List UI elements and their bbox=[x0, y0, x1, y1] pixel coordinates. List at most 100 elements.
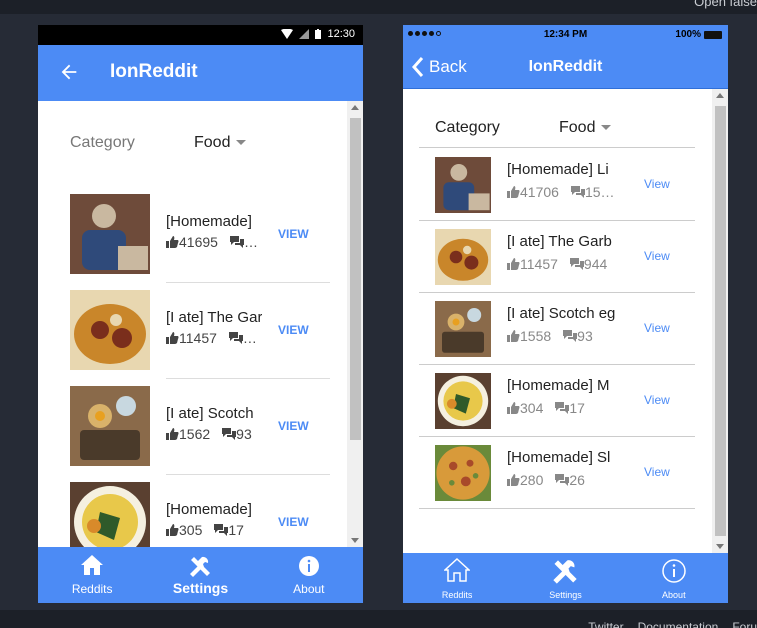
scrollbar-thumb[interactable] bbox=[715, 106, 726, 536]
post-thumbnail bbox=[435, 301, 491, 357]
ios-header: Back IonReddit bbox=[403, 45, 728, 89]
view-button[interactable]: View bbox=[644, 177, 670, 191]
upvote-count: 280 bbox=[520, 472, 544, 488]
list-item[interactable]: [I ate] The Garb 11457 944 View bbox=[419, 221, 695, 293]
divider bbox=[166, 474, 330, 475]
scrollbar-thumb[interactable] bbox=[350, 118, 361, 440]
view-button[interactable]: View bbox=[644, 465, 670, 479]
post-thumbnail bbox=[70, 482, 150, 547]
android-category-select[interactable]: Category Food bbox=[70, 131, 330, 155]
tab-label: Settings bbox=[172, 580, 229, 596]
list-item[interactable]: [Homemade] Li 41706 15… View bbox=[419, 149, 695, 221]
tab-settings[interactable]: Settings bbox=[511, 553, 619, 603]
view-button[interactable]: VIEW bbox=[278, 323, 309, 337]
top-bar-text: Open false bbox=[694, 0, 757, 9]
comments-icon bbox=[228, 332, 243, 344]
post-thumbnail bbox=[70, 290, 150, 370]
tab-label: Settings bbox=[549, 590, 582, 600]
info-icon bbox=[662, 559, 686, 583]
comment-count: 17 bbox=[228, 522, 244, 538]
android-tab-bar: Reddits Settings About bbox=[38, 547, 363, 603]
comments-icon bbox=[570, 186, 585, 198]
tab-settings[interactable]: Settings bbox=[146, 547, 254, 603]
post-title: [Homemade] bbox=[166, 213, 252, 230]
scroll-up-icon[interactable] bbox=[351, 105, 359, 110]
post-title: [Homemade] M bbox=[507, 377, 610, 394]
post-title: [Homemade] bbox=[166, 501, 252, 518]
list-item[interactable]: [I ate] The Gar 11457 … VIEW bbox=[70, 290, 330, 370]
post-thumbnail bbox=[435, 445, 491, 501]
upvote-count: 11457 bbox=[179, 330, 217, 346]
post-stats: 11457 944 bbox=[507, 256, 622, 272]
android-header: IonReddit bbox=[38, 45, 363, 101]
comment-count: 93 bbox=[236, 426, 252, 442]
tab-about[interactable]: About bbox=[620, 553, 728, 603]
thumbs-up-icon bbox=[166, 332, 179, 344]
list-item[interactable]: [Homemade] Sl 280 26 View bbox=[419, 437, 695, 509]
back-arrow-icon[interactable] bbox=[58, 61, 80, 83]
post-thumbnail bbox=[435, 157, 491, 213]
list-item[interactable]: [Homemade] M 304 17 View bbox=[419, 365, 695, 437]
android-scrollbar[interactable] bbox=[347, 101, 363, 547]
thumbs-up-icon bbox=[507, 258, 520, 270]
caret-down-icon bbox=[236, 140, 247, 146]
view-button[interactable]: View bbox=[644, 321, 670, 335]
tab-label: About bbox=[293, 582, 325, 596]
list-item[interactable]: [I ate] Scotch 1562 93 VIEW bbox=[70, 386, 330, 466]
footer-link-forum[interactable]: Foru bbox=[732, 620, 757, 628]
upvote-count: 41695 bbox=[179, 234, 218, 250]
comments-icon bbox=[214, 524, 229, 536]
comments-icon bbox=[555, 402, 570, 414]
comment-count: 15… bbox=[584, 184, 615, 200]
battery-percent: 100% bbox=[675, 29, 701, 40]
comments-icon bbox=[229, 236, 244, 248]
view-button[interactable]: VIEW bbox=[278, 515, 309, 529]
post-thumbnail bbox=[435, 229, 491, 285]
upvote-count: 305 bbox=[179, 522, 203, 538]
ios-scrollbar[interactable] bbox=[712, 89, 728, 553]
signal-icon bbox=[299, 29, 310, 39]
scroll-up-icon[interactable] bbox=[716, 93, 724, 98]
comments-icon bbox=[555, 474, 570, 486]
list-item[interactable]: [Homemade] 41695 … VIEW bbox=[70, 194, 330, 274]
android-status-time: 12:30 bbox=[327, 28, 355, 40]
post-stats: 41706 15… bbox=[507, 184, 622, 200]
tools-icon bbox=[190, 556, 211, 577]
comment-count: … bbox=[242, 330, 257, 346]
upvote-count: 11457 bbox=[520, 256, 558, 272]
comments-icon bbox=[563, 330, 578, 342]
ios-title: IonReddit bbox=[528, 58, 603, 75]
view-button[interactable]: View bbox=[644, 393, 670, 407]
thumbs-up-icon bbox=[166, 428, 179, 440]
view-button[interactable]: VIEW bbox=[278, 419, 309, 433]
comment-count: … bbox=[243, 234, 258, 250]
list-item[interactable]: [I ate] Scotch eg 1558 93 View bbox=[419, 293, 695, 365]
category-value[interactable]: Food bbox=[559, 119, 612, 137]
upvote-count: 41706 bbox=[520, 184, 559, 200]
post-stats: 1562 93 bbox=[166, 426, 262, 442]
footer-link-twitter[interactable]: Twitter bbox=[588, 620, 623, 628]
view-button[interactable]: VIEW bbox=[278, 227, 309, 241]
post-stats: 304 17 bbox=[507, 400, 622, 416]
scroll-down-icon[interactable] bbox=[351, 538, 359, 543]
info-icon bbox=[298, 556, 319, 576]
post-title: [Homemade] Sl bbox=[507, 449, 611, 466]
android-preview: 12:30 IonReddit Category Food [Homemade]… bbox=[38, 25, 363, 603]
post-stats: 305 17 bbox=[166, 522, 262, 538]
home-outline-icon bbox=[444, 558, 471, 582]
page-top-bar: Open false bbox=[0, 0, 757, 14]
post-thumbnail bbox=[70, 386, 150, 466]
ios-preview: 12:34 PM 100% Back IonReddit Category Fo… bbox=[403, 25, 728, 603]
tab-about[interactable]: About bbox=[255, 547, 363, 603]
comment-count: 17 bbox=[569, 400, 585, 416]
divider bbox=[166, 378, 330, 379]
view-button[interactable]: View bbox=[644, 249, 670, 263]
post-stats: 11457 … bbox=[166, 330, 262, 346]
footer-link-documentation[interactable]: Documentation bbox=[638, 620, 719, 628]
tab-reddits[interactable]: Reddits bbox=[38, 547, 146, 603]
ios-category-select[interactable]: Category Food bbox=[419, 116, 695, 148]
tab-reddits[interactable]: Reddits bbox=[403, 553, 511, 603]
category-value[interactable]: Food bbox=[194, 134, 247, 152]
scroll-down-icon[interactable] bbox=[716, 544, 724, 549]
list-item[interactable]: [Homemade] 305 17 VIEW bbox=[70, 482, 330, 547]
